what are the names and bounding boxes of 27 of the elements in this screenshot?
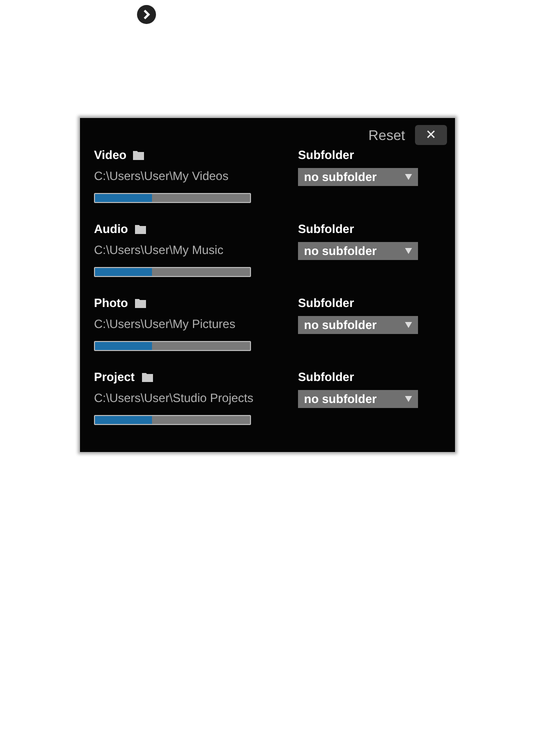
folder-label: Audio: [94, 222, 128, 236]
subfolder-label: Subfolder: [298, 147, 355, 164]
folder-path: C:\Users\User\Studio Projects: [94, 391, 254, 405]
subfolder-label: Subfolder: [298, 369, 355, 386]
folder-icon: [135, 298, 146, 308]
reset-button[interactable]: Reset: [368, 127, 405, 143]
subfolder-dropdown[interactable]: no subfolder: [298, 390, 418, 408]
arrow-right-icon[interactable]: [137, 5, 156, 24]
folder-path: C:\Users\User\My Pictures: [94, 317, 236, 331]
folder-label: Photo: [94, 296, 128, 310]
subfolder-dropdown[interactable]: no subfolder: [298, 168, 418, 186]
folder-icon: [142, 372, 153, 382]
caret-icon: [405, 396, 412, 402]
subfolder-label: Subfolder: [298, 295, 355, 312]
folder-label: Video: [94, 148, 126, 162]
folder-icon: [133, 150, 144, 160]
subfolder-dropdown[interactable]: no subfolder: [298, 316, 418, 334]
folder-path: C:\Users\User\My Videos: [94, 169, 230, 183]
subfolder-label: Subfolder: [298, 221, 355, 238]
folder-path: C:\Users\User\My Music: [94, 243, 224, 257]
folder-label: Project: [94, 370, 135, 384]
subfolder-dropdown[interactable]: no subfolder: [298, 242, 418, 260]
close-button[interactable]: ✕: [415, 125, 447, 145]
caret-icon: [405, 322, 412, 328]
caret-icon: [405, 174, 412, 180]
caret-icon: [405, 248, 412, 254]
folder-icon: [135, 224, 146, 234]
